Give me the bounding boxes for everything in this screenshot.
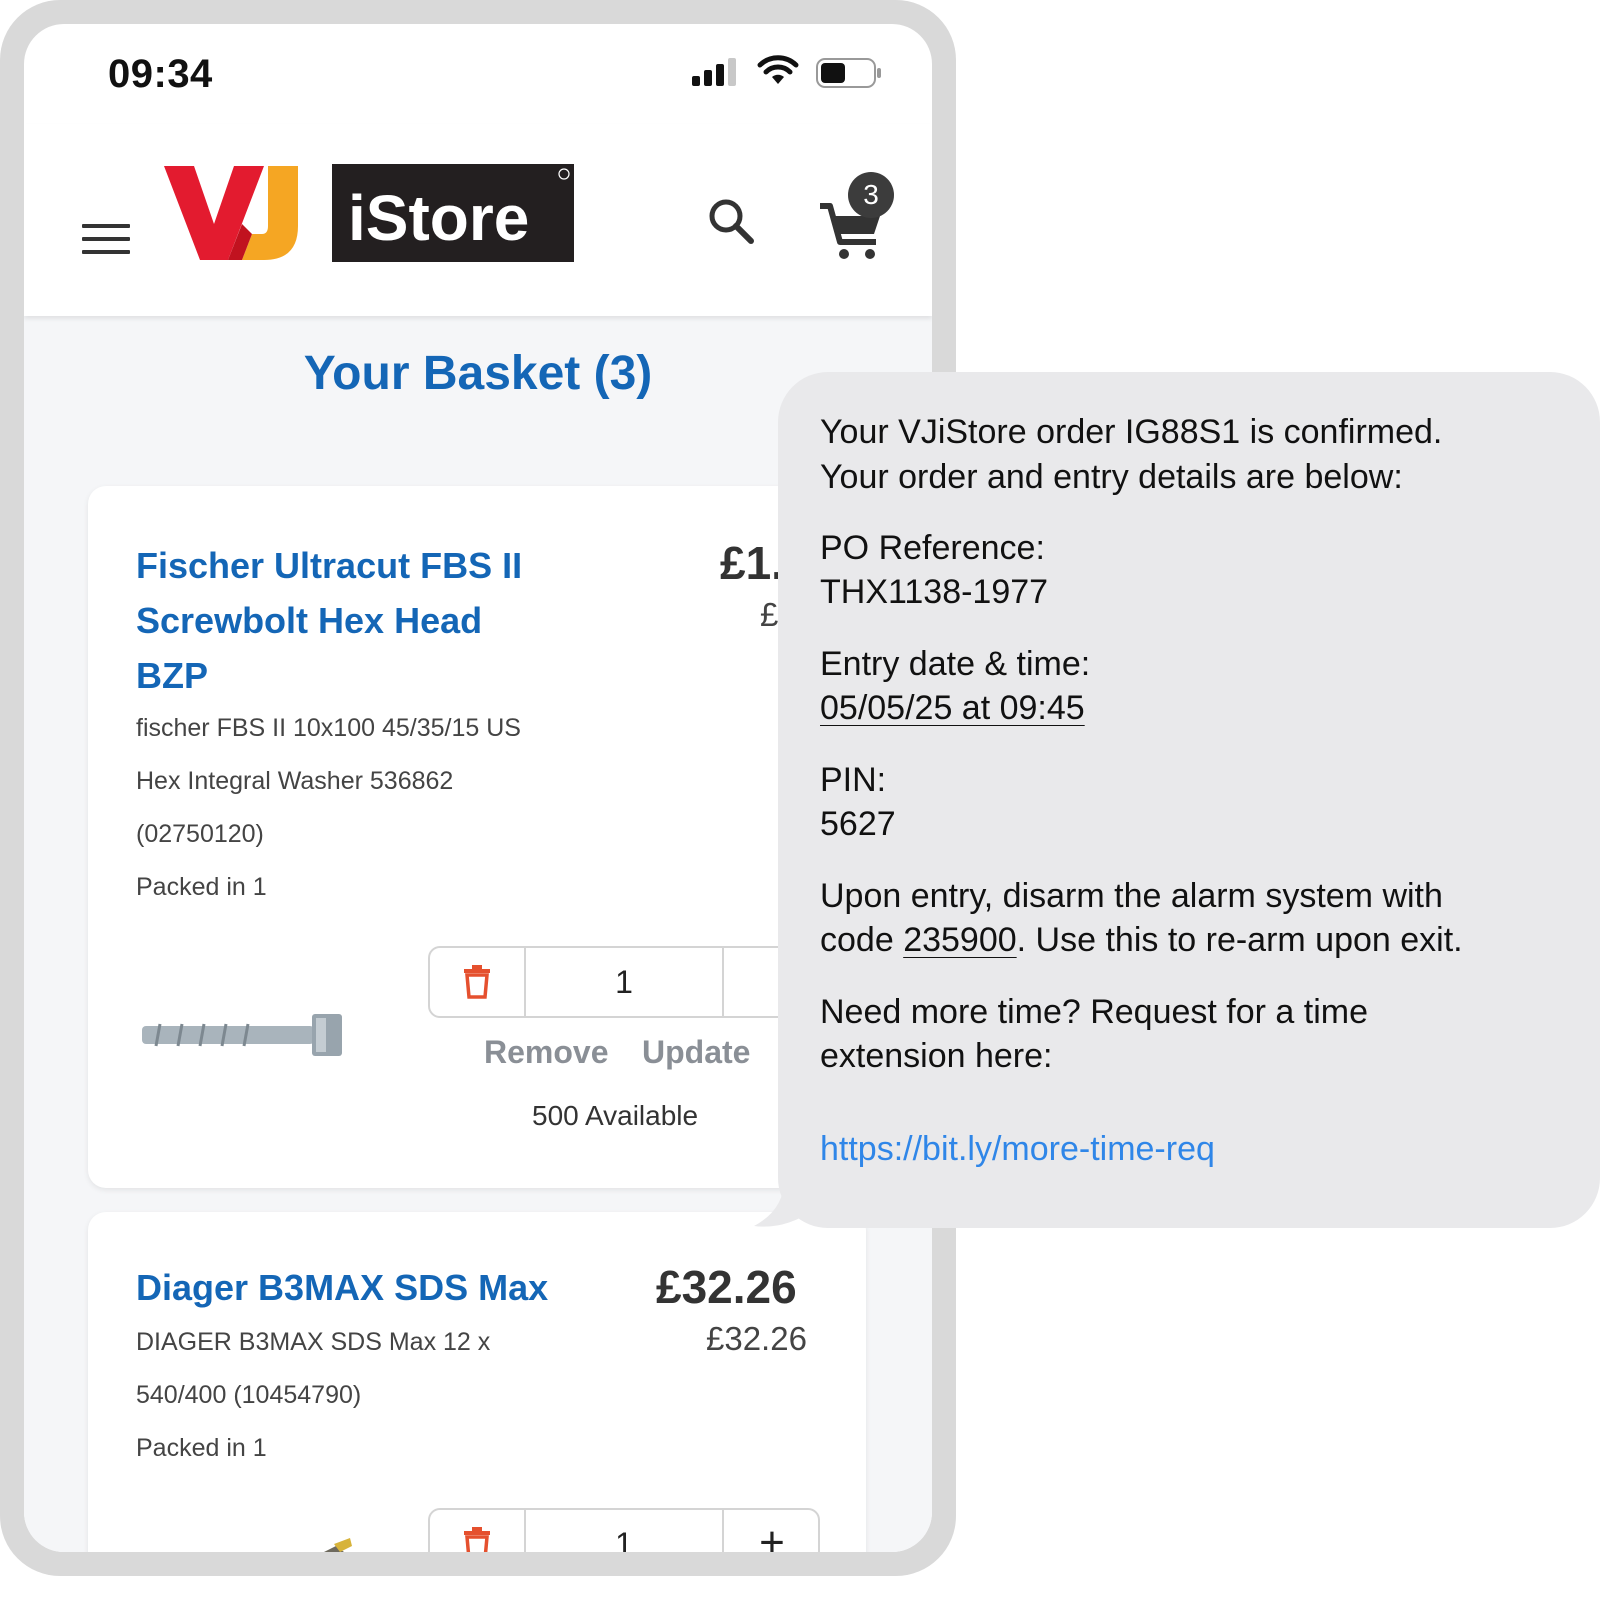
- search-icon[interactable]: [706, 196, 756, 246]
- svg-text:iStore: iStore: [348, 182, 529, 254]
- packed-in-label: Packed in 1: [136, 1434, 267, 1462]
- stock-availability: 500 Available: [532, 1100, 699, 1131]
- alarm-code[interactable]: 235900: [903, 921, 1016, 959]
- trash-icon: [464, 965, 490, 999]
- basket-item-card: Diager B3MAX SDS Max DIAGER B3MAX SDS Ma…: [88, 1212, 866, 1552]
- trash-icon: [464, 1527, 490, 1552]
- description-line: fischer FBS II 10x100 45/35/15 US: [136, 714, 521, 742]
- time-extension-line: extension here:: [820, 1037, 1053, 1075]
- product-image-drill-bit: [324, 1538, 352, 1552]
- product-image-screwbolt: [142, 1014, 342, 1056]
- item-price: £1.: [720, 537, 784, 589]
- product-description: DIAGER B3MAX SDS Max 12 x 540/400 (10454…: [136, 1316, 490, 1475]
- po-reference-label: PO Reference:: [820, 529, 1045, 567]
- description-line: Hex Integral Washer 536862: [136, 767, 454, 795]
- battery-icon: [816, 58, 881, 88]
- product-title-line: Fischer Ultracut FBS II: [136, 545, 523, 586]
- quantity-stepper: 1 +: [428, 1508, 820, 1552]
- alarm-code-prefix: code: [820, 921, 904, 959]
- menu-icon[interactable]: [82, 224, 130, 264]
- packed-in-label: Packed in 1: [136, 873, 267, 901]
- vj-istore-logo[interactable]: iStore VJ iStore: [164, 164, 574, 262]
- sms-confirmation-line: Your VJiStore order IG88S1 is confirmed.: [820, 413, 1443, 451]
- wifi-icon: [757, 55, 799, 84]
- status-bar: 09:34: [24, 24, 932, 124]
- product-title-line: BZP: [136, 655, 208, 696]
- product-title-line: Screwbolt Hex Head: [136, 600, 483, 641]
- description-line: (02750120): [136, 820, 264, 848]
- sms-details-line: Your order and entry details are below:: [820, 458, 1403, 496]
- quantity-input[interactable]: 1: [526, 948, 722, 1016]
- quantity-stepper: 1: [428, 946, 820, 1018]
- logo-graphic: iStore: [164, 164, 574, 262]
- alarm-code-line: code 235900. Use this to re-arm upon exi…: [820, 918, 1463, 963]
- product-title-link[interactable]: Fischer Ultracut FBS II Screwbolt Hex He…: [136, 538, 522, 703]
- alarm-instruction-line: Upon entry, disarm the alarm system with: [820, 877, 1443, 915]
- description-line: DIAGER B3MAX SDS Max 12 x: [136, 1328, 491, 1356]
- product-title-link[interactable]: Diager B3MAX SDS Max: [136, 1260, 548, 1315]
- quantity-input[interactable]: 1: [526, 1510, 722, 1552]
- description-line: 540/400 (10454790): [136, 1381, 362, 1409]
- product-description: fischer FBS II 10x100 45/35/15 US Hex In…: [136, 702, 521, 914]
- po-reference-value: THX1138-1977: [820, 573, 1049, 611]
- update-button[interactable]: Update: [642, 1034, 750, 1071]
- cart-count-badge: 3: [848, 172, 894, 218]
- app-header: iStore VJ iStore 3: [24, 124, 932, 316]
- entry-datetime-label: Entry date & time:: [820, 645, 1091, 683]
- basket-item-card: Fischer Ultracut FBS II Screwbolt Hex He…: [88, 486, 866, 1188]
- cellular-signal-icon: [692, 58, 736, 86]
- pin-label: PIN:: [820, 761, 887, 799]
- remove-button[interactable]: Remove: [484, 1034, 609, 1071]
- delete-button[interactable]: [430, 1510, 526, 1552]
- alarm-code-suffix: . Use this to re-arm upon exit.: [1016, 921, 1463, 959]
- status-time: 09:34: [108, 52, 213, 96]
- time-extension-link[interactable]: https://bit.ly/more-time-req: [820, 1130, 1215, 1169]
- entry-datetime-value[interactable]: 05/05/25 at 09:45: [820, 686, 1085, 731]
- delete-button[interactable]: [430, 948, 526, 1016]
- time-extension-line: Need more time? Request for a time: [820, 993, 1369, 1031]
- item-price: £32.26: [656, 1261, 797, 1313]
- increase-quantity-button[interactable]: +: [722, 1510, 818, 1552]
- pin-value: 5627: [820, 805, 896, 843]
- item-unit-price: £32.26: [706, 1320, 807, 1357]
- sms-message-bubble: Your VJiStore order IG88S1 is confirmed.…: [778, 372, 1600, 1228]
